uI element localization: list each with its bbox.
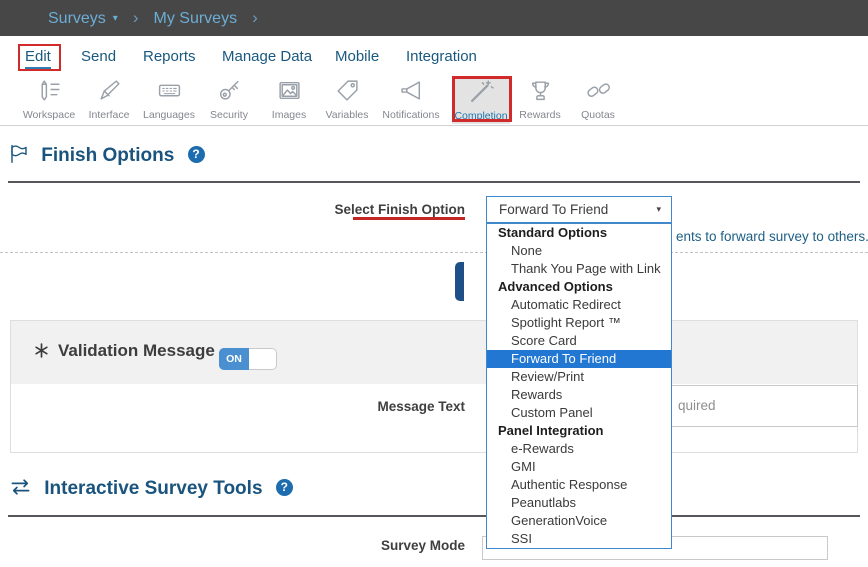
top-bar: Surveys ▾ › My Surveys › (0, 0, 868, 36)
dropdown-group-panel-integration: Panel Integration (487, 422, 671, 440)
toolbar-item-notifications[interactable]: Notifications (376, 78, 446, 121)
toolbar-item-label: Quotas (563, 109, 633, 121)
toolbar-item-completion[interactable]: Completion (452, 76, 510, 124)
dropdown-option-rewards[interactable]: Rewards (487, 386, 671, 404)
keyboard-icon (157, 90, 182, 107)
nav-item-integration[interactable]: Integration (406, 48, 477, 65)
finish-option-dropdown-list: Standard OptionsNoneThank You Page with … (486, 223, 672, 549)
nav-item-reports[interactable]: Reports (143, 48, 196, 65)
dropdown-option-generationvoice[interactable]: GenerationVoice (487, 512, 671, 530)
tag-icon (335, 90, 360, 107)
swap-arrows-icon (8, 480, 38, 501)
dropdown-option-forward-to-friend[interactable]: Forward To Friend (487, 350, 671, 368)
nav-item-send[interactable]: Send (81, 48, 116, 65)
nav-item-label: Integration (406, 48, 477, 65)
dropdown-option-automatic-redirect[interactable]: Automatic Redirect (487, 296, 671, 314)
magic-wand-icon (469, 91, 494, 108)
trophy-icon (528, 90, 553, 107)
forward-help-text-fragment: ents to forward survey to others. (676, 229, 868, 244)
nav-item-label: Manage Data (222, 48, 312, 65)
breadcrumb-surveys[interactable]: Surveys (48, 10, 106, 27)
dropdown-option-spotlight-report[interactable]: Spotlight Report ™ (487, 314, 671, 332)
interactive-tools-header: Interactive Survey Tools ? (8, 478, 293, 502)
nav-item-label: Mobile (335, 48, 379, 65)
dropdown-option-none[interactable]: None (487, 242, 671, 260)
main-menu-bar: Edit Send Reports Manage Data Mobile Integrat… (0, 36, 868, 75)
toolbar-item-label: Variables (312, 109, 382, 121)
toolbar-item-variables[interactable]: Variables (312, 78, 382, 121)
breadcrumb: Surveys ▾ › My Surveys › (48, 0, 273, 36)
dropdown-option-ssi[interactable]: SSI (487, 530, 671, 548)
key-icon (217, 90, 242, 107)
annotation-underline (353, 217, 465, 220)
dropdown-option-custom-panel[interactable]: Custom Panel (487, 404, 671, 422)
finish-option-select-value: Forward To Friend (499, 202, 608, 217)
nav-item-edit[interactable]: Edit (25, 48, 51, 65)
validation-message-header: Validation Message ON (11, 321, 857, 384)
dropdown-option-e-rewards[interactable]: e-Rewards (487, 440, 671, 458)
message-text-label: Message Text (377, 399, 465, 414)
nav-item-manage-data[interactable]: Manage Data (222, 48, 312, 65)
chain-links-icon (586, 90, 611, 107)
image-icon (277, 90, 302, 107)
select-finish-option-label: Select Finish Option (334, 202, 465, 217)
dashed-divider (0, 252, 868, 253)
partially-hidden-button[interactable] (455, 262, 464, 301)
dropdown-group-advanced-options: Advanced Options (487, 278, 671, 296)
megaphone-icon (399, 90, 424, 107)
toolbar-item-label: Notifications (376, 109, 446, 121)
asterisk-icon (33, 342, 50, 364)
dropdown-option-peanutlabs[interactable]: Peanutlabs (487, 494, 671, 512)
flag-icon (8, 148, 35, 169)
toolbar-item-label: Completion (452, 110, 510, 122)
help-icon[interactable]: ? (276, 479, 293, 496)
select-arrow-icon: ▾ (656, 197, 661, 222)
message-text-input-fragment: quired (678, 398, 716, 413)
validation-toggle[interactable]: ON (219, 348, 277, 370)
breadcrumb-my-surveys[interactable]: My Surveys (154, 10, 238, 27)
divider (8, 181, 860, 183)
nav-item-label: Send (81, 48, 116, 65)
finish-option-select[interactable]: Forward To Friend ▾ (486, 196, 672, 223)
interactive-tools-title: Interactive Survey Tools (44, 478, 262, 499)
toolbar-item-quotas[interactable]: Quotas (563, 78, 633, 121)
dropdown-option-review-print[interactable]: Review/Print (487, 368, 671, 386)
dropdown-option-authentic-response[interactable]: Authentic Response (487, 476, 671, 494)
dropdown-group-standard-options: Standard Options (487, 224, 671, 242)
edit-toolbar: WorkspaceInterfaceLanguagesSecurityImage… (0, 74, 868, 126)
survey-mode-label: Survey Mode (381, 538, 465, 553)
dropdown-option-score-card[interactable]: Score Card (487, 332, 671, 350)
help-icon[interactable]: ? (188, 146, 205, 163)
nav-item-label: Reports (143, 48, 196, 65)
nav-item-label: Edit (25, 48, 51, 69)
validation-message-title: Validation Message (58, 341, 215, 361)
toggle-on-label: ON (219, 348, 249, 370)
dropdown-option-gmi[interactable]: GMI (487, 458, 671, 476)
divider (8, 515, 860, 517)
finish-options-title: Finish Options (41, 145, 174, 166)
nav-item-mobile[interactable]: Mobile (335, 48, 379, 65)
pencil-list-icon (37, 90, 62, 107)
chevron-separator-icon: › (133, 8, 139, 27)
finish-options-header: Finish Options ? (8, 143, 205, 170)
brush-icon (97, 90, 122, 107)
dropdown-option-thank-you-page-with-link[interactable]: Thank You Page with Link (487, 260, 671, 278)
forward-help-text: ents to forward survey to others.? (676, 229, 868, 250)
caret-down-icon[interactable]: ▾ (113, 13, 118, 24)
chevron-separator-icon: › (252, 8, 258, 27)
